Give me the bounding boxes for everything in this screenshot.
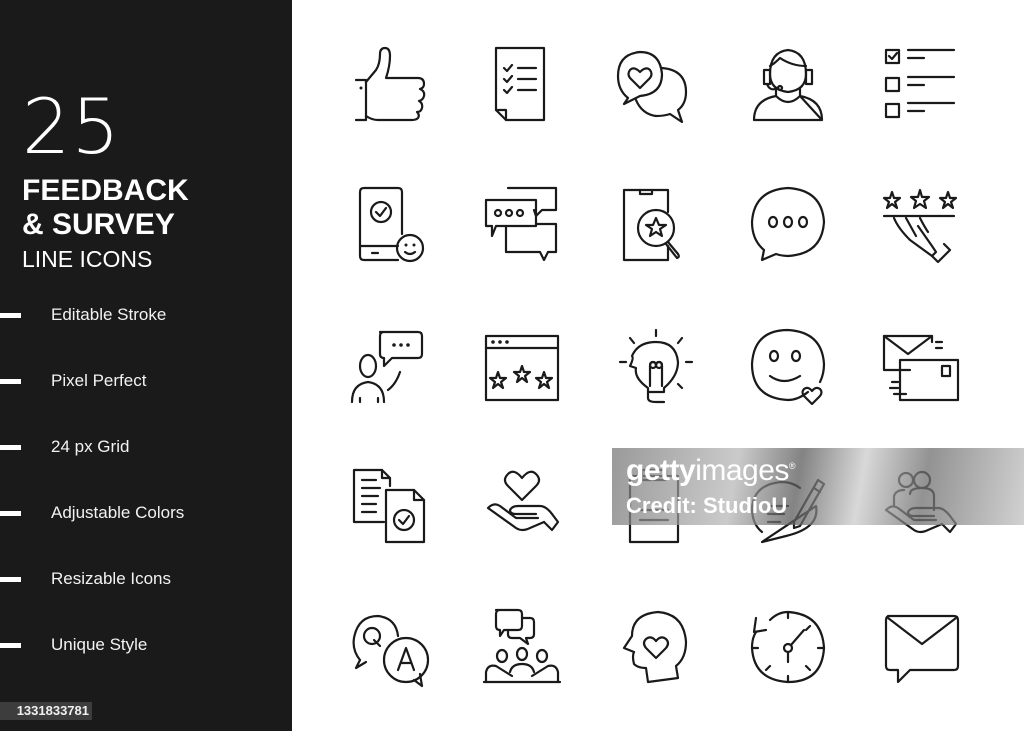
- brand-bold: getty: [626, 454, 696, 487]
- icon-count: 25: [22, 82, 121, 171]
- star-rating-hand-icon: [880, 184, 960, 264]
- approved-documents-icon: [350, 466, 430, 546]
- hand-heart-icon: [482, 466, 562, 546]
- smiley-heart-icon: [748, 326, 828, 406]
- feature-label: Resizable Icons: [51, 569, 172, 588]
- dash-bullet: [0, 379, 21, 384]
- watermark-credit: Credit: StudioU: [626, 493, 788, 518]
- browser-star-rating-icon: [482, 326, 562, 406]
- feature-item: Resizable Icons: [0, 569, 292, 589]
- head-heart-icon: [616, 606, 696, 686]
- head-lightbulb-idea-icon: [616, 326, 696, 406]
- watermark-banner: gettyimages® Credit: StudioU: [612, 448, 1024, 525]
- dash-bullet: [0, 445, 21, 450]
- feature-label: Editable Stroke: [51, 305, 167, 324]
- heart-chat-bubbles-icon: [614, 44, 694, 124]
- checklist-document-icon: [482, 44, 562, 124]
- group-discussion-icon: [482, 606, 562, 686]
- brand-mark: ®: [788, 461, 796, 471]
- feature-item: Pixel Perfect: [0, 371, 292, 391]
- info-panel: 25 FEEDBACK & SURVEY LINE ICONS Editable…: [0, 0, 292, 731]
- feature-label: Adjustable Colors: [51, 503, 185, 522]
- mail-envelopes-icon: [880, 326, 960, 406]
- envelope-message-icon: [880, 606, 960, 686]
- feature-item: 24 px Grid: [0, 437, 292, 457]
- thumbs-up-icon: [348, 44, 428, 124]
- subtitle: LINE ICONS: [22, 246, 153, 272]
- image-id-badge: 1331833781: [0, 702, 92, 720]
- title-line-2: & SURVEY: [22, 208, 175, 241]
- title-line-1: FEEDBACK: [22, 174, 189, 207]
- dash-bullet: [0, 313, 21, 318]
- dash-bullet: [0, 643, 21, 648]
- multiple-chat-bubbles-icon: [482, 184, 562, 264]
- feature-item: Editable Stroke: [0, 305, 292, 325]
- person-speech-bubble-icon: [350, 326, 430, 406]
- feature-label: 24 px Grid: [51, 437, 130, 456]
- feature-label: Pixel Perfect: [51, 371, 147, 390]
- feature-item: Unique Style: [0, 635, 292, 655]
- watermark-logo: gettyimages®: [626, 454, 796, 488]
- clock-rewind-icon: [748, 606, 828, 686]
- customer-support-headset-icon: [748, 44, 828, 124]
- mobile-check-smiley-icon: [352, 184, 432, 264]
- brand-light: images: [695, 454, 789, 487]
- dash-bullet: [0, 511, 21, 516]
- feature-label: Unique Style: [51, 635, 148, 654]
- feature-item: Adjustable Colors: [0, 503, 292, 523]
- checkbox-list-icon: [880, 44, 960, 124]
- chat-bubble-dots-icon: [748, 184, 828, 264]
- image-id: 1331833781: [16, 703, 89, 718]
- dash-bullet: [0, 577, 21, 582]
- mobile-star-search-icon: [616, 184, 696, 264]
- question-answer-icon: [350, 608, 430, 688]
